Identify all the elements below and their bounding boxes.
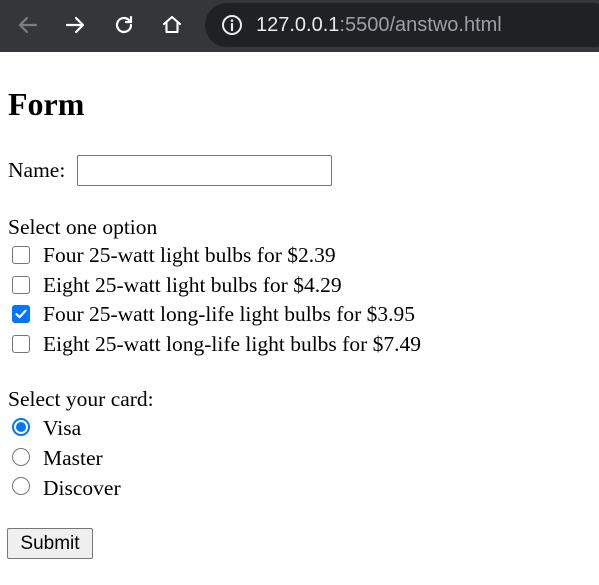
card-label-visa[interactable]: Visa [43,414,81,442]
url-path: :5500/anstwo.html [339,14,502,36]
submit-button[interactable]: Submit [7,528,93,559]
back-arrow-icon [18,16,38,34]
url-text[interactable]: 127.0.0.1:5500/anstwo.html [256,12,502,38]
name-input[interactable] [77,155,332,186]
card-heading: Select your card: [8,387,154,411]
reload-icon [115,15,133,34]
reload-button[interactable] [109,10,139,40]
card-radio-visa[interactable] [12,418,30,436]
card-radio-master[interactable] [12,448,30,466]
page-content: Form Name: Select one option Four 25-wat… [0,52,599,585]
options-heading: Select one option [8,215,158,239]
option-label-3[interactable]: Four 25-watt long-life light bulbs for $… [43,300,415,328]
option-row-4[interactable] [12,330,30,358]
card-label-discover[interactable]: Discover [43,474,121,502]
option-checkbox-3[interactable] [12,305,30,323]
url-host: 127.0.0.1 [256,14,340,36]
back-button[interactable] [13,10,43,40]
address-bar[interactable]: 127.0.0.1:5500/anstwo.html [205,3,599,47]
card-label-master[interactable]: Master [43,444,103,472]
option-checkbox-1[interactable] [12,246,30,264]
home-icon [162,15,182,34]
card-radio-discover[interactable] [12,477,30,495]
checkmark-icon [15,309,27,319]
option-row-3[interactable] [12,300,30,328]
option-row-1[interactable] [12,241,30,269]
home-button[interactable] [157,10,187,40]
option-label-1[interactable]: Four 25-watt light bulbs for $2.39 [43,241,336,269]
option-label-2[interactable]: Eight 25-watt light bulbs for $4.29 [43,271,342,299]
option-checkbox-2[interactable] [12,276,30,294]
forward-arrow-icon [65,16,85,34]
option-row-2[interactable] [12,271,30,299]
card-row-master[interactable] [12,443,30,471]
page-title: Form [8,86,85,122]
forward-button[interactable] [60,10,90,40]
option-checkbox-4[interactable] [12,335,30,353]
info-icon[interactable] [221,14,243,36]
option-label-4[interactable]: Eight 25-watt long-life light bulbs for … [43,330,421,358]
name-label: Name: [8,158,66,182]
card-row-discover[interactable] [12,472,30,500]
browser-toolbar: 127.0.0.1:5500/anstwo.html [0,0,599,52]
card-row-visa[interactable] [12,413,30,441]
